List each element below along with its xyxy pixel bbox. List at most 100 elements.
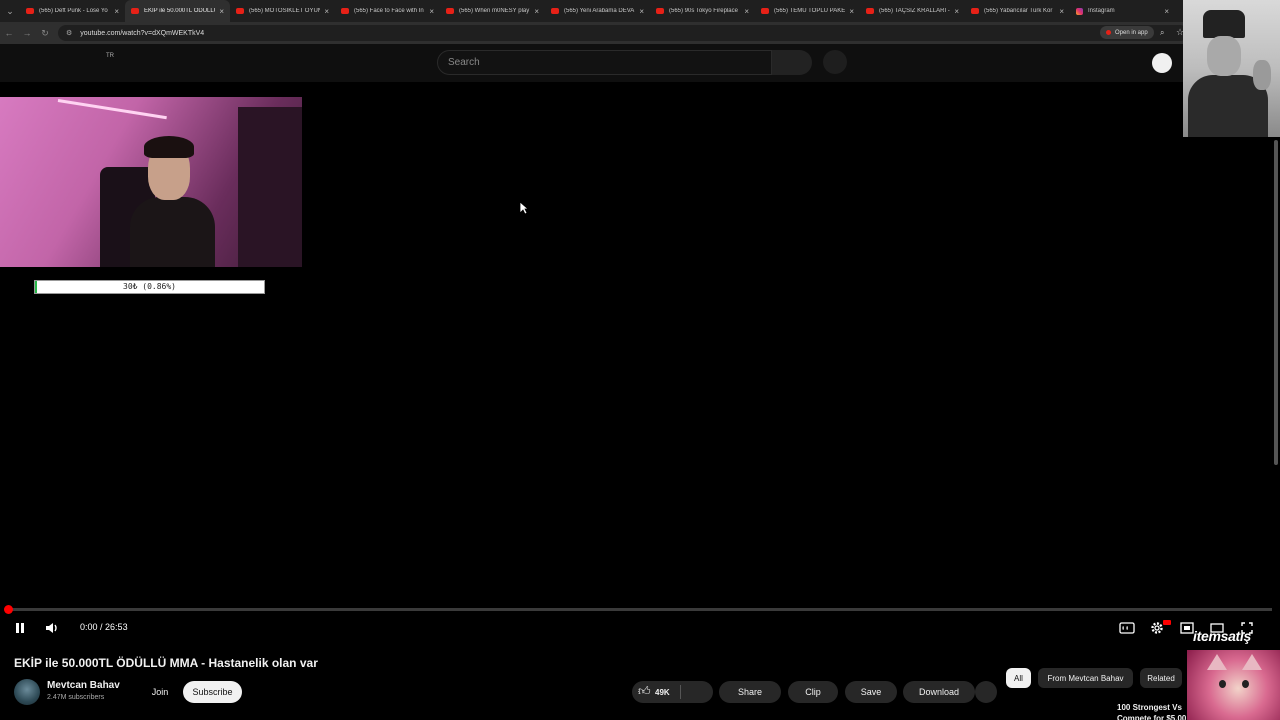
browser-toolbar: ← → ↻ ⚙ youtube.com/watch?v=dXQmWEKTkV4 xyxy=(0,22,1280,44)
streamer-hair xyxy=(144,136,194,158)
youtube-icon xyxy=(866,8,874,14)
youtube-icon xyxy=(131,8,139,14)
sponsor-watermark: itemsatış xyxy=(1193,628,1251,644)
open-in-app-button[interactable]: Open in app xyxy=(1100,26,1154,39)
youtube-app-icon xyxy=(1106,30,1111,35)
youtube-icon xyxy=(26,8,34,14)
tab-label: (565) Yeni Arabama DEVA xyxy=(564,8,635,14)
like-divider xyxy=(680,685,681,699)
voice-search-button[interactable] xyxy=(823,50,847,74)
tab-close-icon[interactable]: × xyxy=(114,7,119,16)
save-button[interactable]: Save xyxy=(845,681,897,703)
streamer xyxy=(130,136,215,267)
browser-tab[interactable]: Instagram × xyxy=(1070,0,1175,22)
gear-icon xyxy=(1151,622,1163,634)
tab-close-icon[interactable]: × xyxy=(1059,7,1064,16)
page-scrollbar[interactable] xyxy=(1274,140,1278,465)
tab-close-icon[interactable]: × xyxy=(639,7,644,16)
portrait-face xyxy=(1207,36,1241,76)
browser-tab[interactable]: (565) 90s Tokyo Fireplace × xyxy=(650,0,755,22)
tab-label: (565) 90s Tokyo Fireplace xyxy=(669,8,738,14)
tab-label: (565) When m0NESY play xyxy=(459,8,530,14)
reload-icon[interactable]: ↻ xyxy=(36,28,54,39)
portrait-overlay xyxy=(1183,0,1280,137)
chip-related[interactable]: Related xyxy=(1140,668,1182,688)
tab-label: EKİP ile 50.000TL ÖDÜLLÜ xyxy=(144,8,216,14)
mute-button[interactable] xyxy=(43,619,61,637)
search-input[interactable]: Search xyxy=(437,50,772,75)
cat-eye-left xyxy=(1219,680,1226,688)
tab-label: (565) TAÇSIZ KRALLARI - xyxy=(879,8,950,14)
browser-tab[interactable]: (565) When m0NESY play × xyxy=(440,0,545,22)
tab-close-icon[interactable]: × xyxy=(429,7,434,16)
subtitles-button[interactable] xyxy=(1118,619,1136,637)
time-separator: / xyxy=(97,622,106,632)
tab-close-icon[interactable]: × xyxy=(954,7,959,16)
browser-tab[interactable]: (565) Deft Punk - Lose Yo × xyxy=(20,0,125,22)
background-door xyxy=(238,107,302,267)
tab-label: (565) TEMU TOPLU PAKET xyxy=(774,8,846,14)
account-avatar[interactable] xyxy=(1152,53,1172,73)
search-placeholder: Search xyxy=(448,57,480,68)
cat-ear-right xyxy=(1242,654,1262,670)
tab-close-icon[interactable]: × xyxy=(324,7,329,16)
browser-tab[interactable]: (565) Yeni Arabama DEVA × xyxy=(545,0,650,22)
download-button[interactable]: Download xyxy=(903,681,975,703)
search-button[interactable] xyxy=(772,50,812,75)
cat-eye-right xyxy=(1242,680,1249,688)
browser-tab[interactable]: (565) TAÇSIZ KRALLARI - × xyxy=(860,0,965,22)
time-display: 0:00 / 26:53 xyxy=(80,622,128,632)
back-arrow-icon[interactable]: ← xyxy=(0,28,18,38)
browser-tab[interactable]: EKİP ile 50.000TL ÖDÜLLÜ × xyxy=(125,0,230,22)
tab-label: (565) MOTOSİKLET OYUN xyxy=(249,8,321,14)
tab-close-icon[interactable]: × xyxy=(534,7,539,16)
youtube-icon xyxy=(446,8,454,14)
cat-overlay xyxy=(1187,650,1280,720)
video-seek-bar[interactable] xyxy=(8,608,1272,611)
join-button[interactable]: Join xyxy=(145,681,175,703)
miniplayer-icon xyxy=(1180,622,1194,634)
hd-badge xyxy=(1163,620,1171,625)
browser-tab[interactable]: (565) MOTOSİKLET OYUN × xyxy=(230,0,335,22)
related-video-title[interactable]: 100 Strongest Vs Compete for $5,00 xyxy=(1117,702,1187,720)
channel-avatar[interactable] xyxy=(14,679,40,705)
youtube-icon xyxy=(236,8,244,14)
youtube-icon xyxy=(761,8,769,14)
browser-tab[interactable]: (565) TEMU TOPLU PAKET × xyxy=(755,0,860,22)
seek-handle[interactable] xyxy=(4,605,13,614)
share-button[interactable]: Share xyxy=(719,681,781,703)
youtube-icon xyxy=(551,8,559,14)
instagram-icon xyxy=(1076,7,1083,15)
pause-button[interactable] xyxy=(12,619,28,637)
more-actions-button[interactable] xyxy=(975,681,997,703)
tab-close-icon[interactable]: × xyxy=(1164,7,1169,16)
video-title: EKİP ile 50.000TL ÖDÜLLÜ MMA - Hastaneli… xyxy=(14,656,318,670)
subscribe-button[interactable]: Subscribe xyxy=(183,681,242,703)
youtube-icon xyxy=(656,8,664,14)
subscriber-count: 2.47M subscribers xyxy=(47,694,105,701)
zoom-icon[interactable]: ⌕ xyxy=(1160,28,1164,38)
browser-tab[interactable]: (565) Yabancılar Türk Kor × xyxy=(965,0,1070,22)
thumbs-up-icon[interactable]: 👍︎ xyxy=(638,684,651,699)
streamer-body xyxy=(130,197,215,267)
tab-label: (565) Yabancılar Türk Kor xyxy=(984,8,1053,14)
like-count[interactable]: 49K xyxy=(655,688,670,697)
tab-label: Instagram xyxy=(1088,8,1115,14)
browser-tab[interactable]: (565) Face to Face with In × xyxy=(335,0,440,22)
tab-close-icon[interactable]: × xyxy=(744,7,749,16)
tab-close-icon[interactable]: × xyxy=(219,7,224,16)
address-bar[interactable]: ⚙ youtube.com/watch?v=dXQmWEKTkV4 xyxy=(58,25,1188,41)
current-time: 0:00 xyxy=(80,622,98,632)
tab-close-icon[interactable]: × xyxy=(849,7,854,16)
forward-arrow-icon[interactable]: → xyxy=(18,28,36,38)
chip-all[interactable]: All xyxy=(1006,668,1031,688)
youtube-icon xyxy=(341,8,349,14)
site-info-icon[interactable]: ⚙ xyxy=(66,29,72,37)
browser-tab-strip: ⌄ (565) Deft Punk - Lose Yo × EKİP ile 50.… xyxy=(0,0,1280,22)
clip-button[interactable]: Clip xyxy=(788,681,838,703)
channel-name[interactable]: Mevtcan Bahav xyxy=(47,680,120,691)
tab-search-chevron-icon[interactable]: ⌄ xyxy=(0,0,20,22)
tab-label: (565) Face to Face with In xyxy=(354,8,424,14)
chip-from-channel[interactable]: From Mevtcan Bahav xyxy=(1038,668,1133,688)
led-strip xyxy=(57,99,167,120)
